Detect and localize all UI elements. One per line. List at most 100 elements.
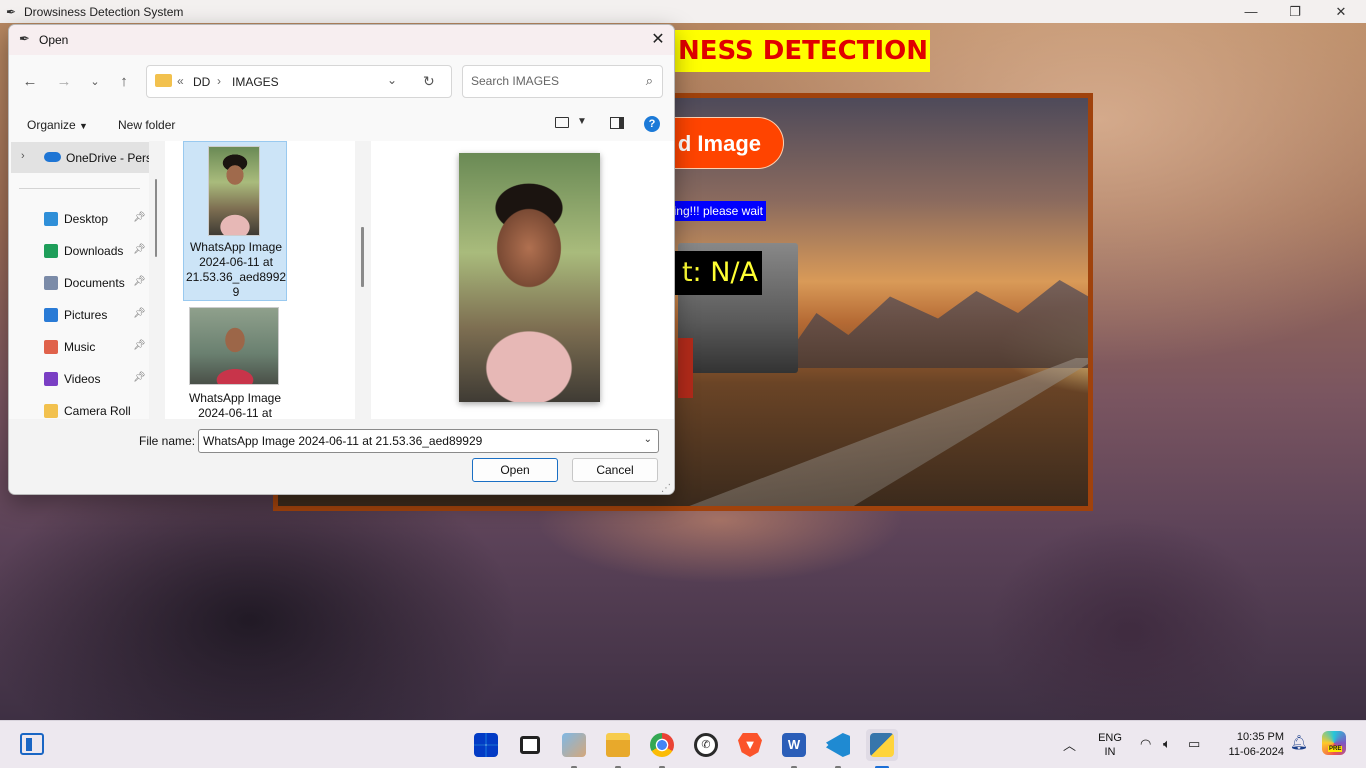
notification-bell-icon[interactable]: 🔔︎ bbox=[1290, 734, 1308, 751]
view-mode-icon[interactable] bbox=[555, 117, 569, 128]
load-image-button[interactable]: d Image bbox=[664, 117, 784, 169]
input-language-indicator[interactable]: ENG IN bbox=[1092, 731, 1128, 759]
pin-icon[interactable]: 📌︎ bbox=[133, 244, 146, 255]
file-name-line: 9 bbox=[232, 285, 240, 299]
address-bar[interactable]: « DD › IMAGES ⌄ ↻ bbox=[146, 65, 452, 98]
back-arrow-icon[interactable]: ← bbox=[17, 70, 43, 94]
refresh-icon[interactable]: ↻ bbox=[423, 73, 435, 90]
up-arrow-icon[interactable]: ↑ bbox=[111, 70, 137, 94]
forward-arrow-icon[interactable]: → bbox=[51, 70, 77, 94]
resize-grip-icon[interactable]: ⋰ bbox=[661, 483, 671, 494]
help-icon[interactable]: ? bbox=[644, 116, 660, 132]
breadcrumb-dd[interactable]: DD bbox=[193, 75, 210, 89]
taskbar-photos[interactable] bbox=[558, 729, 590, 768]
sidebar-item-pictures[interactable]: Pictures 📌︎ bbox=[9, 300, 149, 330]
language-code: ENG bbox=[1098, 732, 1122, 744]
copilot-icon[interactable]: PRE bbox=[1322, 731, 1346, 755]
taskbar-word[interactable]: W bbox=[778, 729, 810, 768]
organize-menu[interactable]: Organize ▼ bbox=[27, 118, 88, 132]
sidebar-scrollbar[interactable] bbox=[155, 179, 157, 257]
road-graphic bbox=[658, 358, 1088, 506]
show-hidden-icons-chevron-icon[interactable]: ︿ bbox=[1063, 735, 1076, 754]
truck-cab-graphic bbox=[678, 338, 693, 398]
search-box[interactable]: ⌕ bbox=[462, 65, 663, 98]
region-code: IN bbox=[1104, 746, 1116, 758]
sidebar-item-documents[interactable]: Documents 📌︎ bbox=[9, 268, 149, 298]
file-thumbnail bbox=[189, 307, 279, 385]
restore-button[interactable]: ❐ bbox=[1272, 0, 1318, 23]
sidebar-item-onedrive[interactable]: › OneDrive - Perso bbox=[11, 142, 149, 173]
file-item-child-photo[interactable]: WhatsApp Image 2024-06-11 at 21.53.36_ae… bbox=[183, 141, 287, 301]
sidebar-item-label: Desktop bbox=[64, 212, 109, 226]
desktop-icon bbox=[44, 212, 58, 226]
file-name-input[interactable] bbox=[203, 434, 633, 448]
sidebar-item-music[interactable]: Music 📌︎ bbox=[9, 332, 149, 362]
minimize-button[interactable]: — bbox=[1228, 0, 1274, 23]
taskbar: ✆ ▼ W ︿ ENG IN ◠ 🔈︎ ▭ 10:35 PM 11-06-202… bbox=[0, 720, 1366, 768]
breadcrumb-images[interactable]: IMAGES bbox=[232, 75, 279, 89]
sidebar-item-label: Music bbox=[64, 340, 96, 354]
view-dropdown-icon[interactable]: ▼ bbox=[577, 116, 587, 127]
word-icon: W bbox=[782, 733, 806, 757]
taskbar-python[interactable] bbox=[866, 729, 898, 768]
sidebar-item-label: Pictures bbox=[64, 308, 108, 322]
wifi-icon[interactable]: ◠ bbox=[1140, 736, 1151, 752]
brave-lion-icon: ▼ bbox=[738, 733, 762, 757]
dropdown-caret-icon: ▼ bbox=[79, 121, 88, 131]
search-input[interactable] bbox=[471, 74, 631, 88]
pin-icon[interactable]: 📌︎ bbox=[133, 340, 146, 351]
file-item-man-photo[interactable]: WhatsApp Image 2024-06-11 at bbox=[183, 307, 287, 419]
pin-icon[interactable]: 📌︎ bbox=[133, 308, 146, 319]
copilot-badge: PRE bbox=[1328, 746, 1343, 752]
task-view-button[interactable] bbox=[514, 729, 546, 761]
volume-icon[interactable]: 🔈︎ bbox=[1163, 736, 1171, 752]
close-window-button[interactable]: ✕ bbox=[1318, 0, 1364, 23]
taskbar-whatsapp[interactable]: ✆ bbox=[690, 729, 722, 761]
pin-icon[interactable]: 📌︎ bbox=[133, 276, 146, 287]
expand-chevron-icon[interactable]: › bbox=[21, 150, 25, 162]
sidebar-item-label: Camera Roll bbox=[64, 404, 131, 418]
recent-locations-chevron-icon[interactable]: ⌄ bbox=[82, 70, 108, 94]
sidebar-item-downloads[interactable]: Downloads 📌︎ bbox=[9, 236, 149, 266]
cancel-button[interactable]: Cancel bbox=[572, 458, 658, 482]
taskbar-vscode[interactable] bbox=[822, 729, 854, 768]
new-folder-button[interactable]: New folder bbox=[118, 118, 175, 132]
dialog-footer: File name: ⌄ Open Cancel ⋰ bbox=[9, 419, 674, 494]
document-icon bbox=[44, 276, 58, 290]
battery-icon[interactable]: ▭ bbox=[1188, 736, 1200, 752]
navigation-pane: › OneDrive - Perso Desktop📌︎Downloads📌︎D… bbox=[9, 141, 149, 419]
taskbar-brave[interactable]: ▼ bbox=[734, 729, 766, 761]
app-heading: NESS DETECTION bbox=[664, 30, 930, 72]
address-dropdown-icon[interactable]: ⌄ bbox=[387, 73, 397, 87]
search-icon[interactable]: ⌕ bbox=[646, 73, 653, 89]
breadcrumb-overflow[interactable]: « bbox=[177, 74, 184, 88]
taskbar-chrome[interactable] bbox=[646, 729, 678, 768]
dialog-close-button[interactable]: ✕ bbox=[642, 25, 674, 55]
sidebar-item-label: Videos bbox=[64, 372, 101, 386]
start-button[interactable] bbox=[470, 729, 502, 761]
sidebar-item-videos[interactable]: Videos 📌︎ bbox=[9, 364, 149, 394]
file-name-combobox[interactable]: ⌄ bbox=[198, 429, 659, 453]
pin-icon[interactable]: 📌︎ bbox=[133, 372, 146, 383]
sidebar-item-camera-roll[interactable]: Camera Roll bbox=[9, 396, 149, 419]
chevron-down-icon[interactable]: ⌄ bbox=[644, 434, 652, 445]
vscode-icon bbox=[826, 733, 850, 757]
taskbar-file-explorer[interactable] bbox=[602, 729, 634, 768]
organize-label: Organize bbox=[27, 118, 76, 132]
tk-feather-icon: ✒ bbox=[19, 31, 30, 46]
dialog-titlebar: ✒ Open ✕ bbox=[9, 25, 674, 55]
file-name-line: 21.53.36_aed8992 bbox=[185, 270, 287, 284]
open-button[interactable]: Open bbox=[472, 458, 558, 482]
widgets-icon[interactable] bbox=[20, 733, 44, 755]
pin-icon[interactable]: 📌︎ bbox=[133, 212, 146, 223]
sidebar-item-desktop[interactable]: Desktop 📌︎ bbox=[9, 204, 149, 234]
sidebar-item-label: OneDrive - Perso bbox=[66, 151, 149, 165]
dialog-title: Open bbox=[39, 33, 69, 47]
clock[interactable]: 10:35 PM 11-06-2024 bbox=[1214, 730, 1284, 760]
download-icon bbox=[44, 244, 58, 258]
preview-pane-icon[interactable] bbox=[610, 117, 624, 129]
file-list-scrollbar[interactable] bbox=[361, 227, 364, 287]
whatsapp-icon: ✆ bbox=[694, 733, 718, 757]
breadcrumb-separator-icon: › bbox=[217, 74, 221, 88]
python-icon bbox=[870, 733, 894, 757]
